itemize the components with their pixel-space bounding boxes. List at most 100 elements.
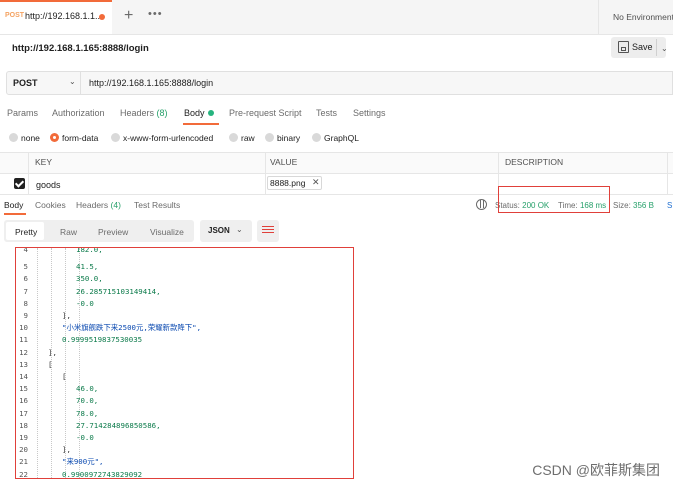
code-line: 12], (16, 347, 353, 359)
code-line: 9], (16, 310, 353, 322)
tab-headers[interactable]: Headers (8) (120, 108, 168, 118)
code-text: [ (62, 372, 67, 381)
format-visualize[interactable]: Visualize (150, 227, 184, 237)
line-number: 17 (19, 408, 28, 418)
url-input[interactable]: http://192.168.1.165:8888/login (80, 71, 673, 95)
code-line: 18 27.714284896850586, (16, 420, 353, 432)
environment-label: No Environment (613, 12, 673, 22)
chevron-down-icon: ⌄ (236, 225, 243, 234)
radio-form-data[interactable] (50, 133, 59, 142)
code-line: 19 -0.0 (16, 432, 353, 444)
remove-file-icon[interactable]: ✕ (312, 177, 320, 188)
code-line: 4 182.0, (16, 247, 353, 256)
globe-icon[interactable] (476, 199, 487, 210)
line-number: 5 (23, 262, 28, 272)
line-number: 11 (19, 335, 28, 345)
row-enabled-checkbox[interactable] (14, 178, 25, 189)
code-text: 26.285715103149414, (76, 286, 161, 296)
code-line: 11 0.9999519837530035 (16, 334, 353, 346)
code-line: 6 350.0, (16, 273, 353, 285)
code-line: 20], (16, 444, 353, 456)
code-text: 78.0, (76, 408, 99, 418)
line-number: 4 (23, 247, 28, 254)
url-text: http://192.168.1.165:8888/login (89, 78, 214, 88)
column-divider (667, 152, 668, 194)
method-select[interactable]: POST ⌄ (6, 71, 81, 95)
save-icon (618, 41, 629, 53)
tab-body[interactable]: Body (184, 108, 205, 118)
radio-urlencoded[interactable] (111, 133, 120, 142)
save-button[interactable]: Save (611, 37, 666, 58)
radio-none[interactable] (9, 133, 18, 142)
code-line: 22 0.9900972743829092 (16, 469, 353, 479)
response-tab-test-results[interactable]: Test Results (134, 200, 180, 210)
code-text: 350.0, (76, 274, 103, 284)
size-label: Size: (613, 201, 631, 210)
format-raw[interactable]: Raw (60, 227, 77, 237)
code-text: 46.0, (76, 384, 99, 394)
format-pretty[interactable]: Pretty (15, 227, 37, 237)
save-response-link[interactable]: S (667, 201, 672, 210)
code-text: "小米旗舰跌下来2500元,荣耀新款降下", (62, 323, 202, 333)
code-text: 70.0, (76, 396, 99, 406)
code-line: 21 "来900元", (16, 456, 353, 468)
code-line: 10 "小米旗舰跌下来2500元,荣耀新款降下", (16, 322, 353, 334)
new-tab-plus-icon[interactable]: + (124, 7, 133, 25)
line-number: 22 (19, 469, 28, 479)
size-readout[interactable]: Size: 356 B (613, 201, 654, 210)
tab-headers-label: Headers (120, 108, 155, 118)
code-text: 0.9999519837530035 (62, 335, 143, 345)
radio-raw[interactable] (229, 133, 238, 142)
chevron-down-icon: ⌄ (69, 77, 76, 86)
tab-authorization[interactable]: Authorization (52, 108, 105, 118)
watermark: CSDN @欧菲斯集团 (532, 462, 660, 478)
save-divider (656, 39, 657, 56)
code-text: 41.5, (76, 262, 99, 272)
code-line: 8 -0.0 (16, 298, 353, 310)
response-tab-headers[interactable]: Headers (4) (76, 200, 121, 210)
more-tabs-icon[interactable]: ••• (148, 8, 163, 20)
tab-method-badge: POST (5, 12, 25, 19)
radio-form-data-label: form-data (62, 133, 99, 143)
file-chip[interactable]: 8888.png ✕ (267, 176, 322, 190)
radio-binary[interactable] (265, 133, 274, 142)
response-headers-label: Headers (76, 200, 109, 210)
tab-prerequest-script[interactable]: Pre-request Script (229, 108, 302, 118)
line-number: 10 (19, 323, 28, 333)
code-line: 5 41.5, (16, 261, 353, 273)
radio-urlencoded-label: x-www-form-urlencoded (123, 133, 214, 143)
method-label: POST (13, 78, 38, 88)
tab-params[interactable]: Params (7, 108, 38, 118)
column-key: KEY (35, 157, 53, 167)
line-number: 12 (19, 347, 28, 357)
line-number: 7 (23, 286, 28, 296)
tab-settings[interactable]: Settings (353, 108, 386, 118)
line-number: 20 (19, 445, 28, 455)
code-line: 14 [ (16, 371, 353, 383)
body-indicator-icon (208, 110, 214, 116)
column-divider (265, 152, 266, 194)
line-number: 6 (23, 274, 28, 284)
column-description: DESCRIPTION (505, 157, 564, 167)
tab-tests[interactable]: Tests (316, 108, 337, 118)
radio-none-label: none (21, 133, 40, 143)
language-select[interactable]: JSON ⌄ (200, 220, 252, 242)
format-preview[interactable]: Preview (98, 227, 128, 237)
param-key[interactable]: goods (36, 180, 61, 190)
response-code-area[interactable]: 4 182.0, 5 41.5, 6 350.0, 7 26.285715103149414,… (15, 247, 354, 479)
radio-graphql[interactable] (312, 133, 321, 142)
line-number: 14 (19, 372, 28, 381)
response-tab-body[interactable]: Body (4, 200, 23, 210)
save-dropdown-chevron-icon[interactable]: ⌄ (661, 44, 668, 53)
environment-selector[interactable]: No Environment (598, 0, 673, 34)
column-value: VALUE (270, 157, 298, 167)
code-text: ], (48, 347, 57, 357)
tab-title: http://192.168.1.1... (25, 11, 103, 21)
save-label: Save (632, 42, 653, 52)
code-text: ], (62, 445, 71, 455)
line-number: 15 (19, 384, 28, 394)
line-number: 8 (23, 298, 28, 308)
response-tab-cookies[interactable]: Cookies (35, 200, 66, 210)
code-line: 16 70.0, (16, 395, 353, 407)
wrap-lines-button[interactable] (257, 220, 279, 242)
